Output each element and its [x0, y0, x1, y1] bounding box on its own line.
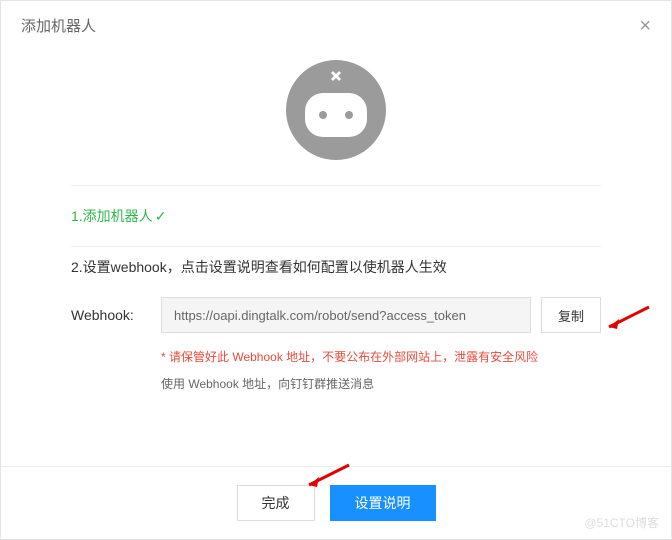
webhook-url-input[interactable]: https://oapi.dingtalk.com/robot/send?acc… — [161, 297, 531, 333]
watermark: @51CTO博客 — [584, 514, 659, 531]
step1-complete: 1.添加机器人 ✓ — [71, 186, 601, 246]
step2-label: 2.设置webhook，点击设置说明查看如何配置以使机器人生效 — [71, 247, 601, 297]
close-icon[interactable]: × — [639, 16, 651, 36]
step1-label: 1.添加机器人 — [71, 206, 153, 226]
check-icon: ✓ — [155, 208, 167, 225]
done-button[interactable]: 完成 — [237, 485, 315, 521]
webhook-info: 使用 Webhook 地址，向钉钉群推送消息 — [161, 375, 601, 392]
modal-footer: 完成 设置说明 — [1, 466, 671, 539]
robot-icon — [286, 60, 386, 160]
modal-content: 1.添加机器人 ✓ 2.设置webhook，点击设置说明查看如何配置以使机器人生… — [1, 60, 671, 392]
modal-header: 添加机器人 × — [1, 1, 671, 50]
modal-title: 添加机器人 — [21, 15, 96, 36]
webhook-row: Webhook: https://oapi.dingtalk.com/robot… — [71, 297, 601, 333]
robot-avatar — [71, 60, 601, 160]
settings-button[interactable]: 设置说明 — [330, 485, 436, 521]
add-robot-modal: 添加机器人 × 1.添加机器人 ✓ 2.设置webhook，点击设置说明查看如何… — [0, 0, 672, 540]
webhook-label: Webhook: — [71, 307, 151, 323]
webhook-warning: * 请保管好此 Webhook 地址，不要公布在外部网站上，泄露有安全风险 — [161, 348, 601, 365]
copy-button[interactable]: 复制 — [541, 297, 601, 333]
